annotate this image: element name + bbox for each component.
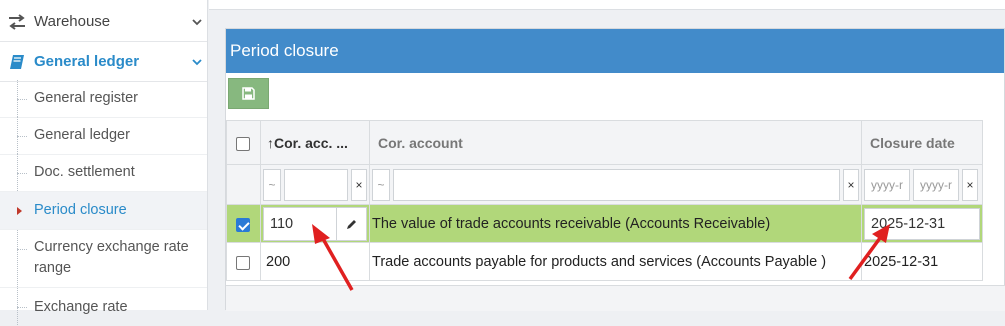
clear-filter-button[interactable]: × xyxy=(351,168,367,201)
row-checkbox[interactable] xyxy=(236,255,250,270)
sort-up-arrow-icon: ↑ xyxy=(267,134,274,151)
column-header-label: Closure date xyxy=(870,134,955,151)
book-icon xyxy=(0,53,34,71)
sidebar-item-label: Exchange rate xyxy=(34,299,128,315)
sidebar-item-label: General ledger xyxy=(34,53,140,70)
sidebar-item-doc-settlement[interactable]: Doc. settlement xyxy=(0,154,207,192)
period-closure-table: ↑Cor. acc. ... Cor. account Closure date… xyxy=(226,120,983,281)
table-footer xyxy=(226,285,1005,311)
filter-row: ~ × ~ × yyyy-r yyyy-r × xyxy=(226,164,983,205)
sidebar-item-label: Doc. settlement xyxy=(34,164,135,180)
chevron-down-icon xyxy=(187,58,207,66)
sidebar-item-label: Currency exchange rate range xyxy=(34,239,189,276)
table-row[interactable]: 110 The value of trade accounts receivab… xyxy=(226,204,983,243)
account-value: Trade accounts payable for products and … xyxy=(372,253,827,270)
sidebar-item-warehouse[interactable]: Warehouse xyxy=(0,2,207,42)
filter-cell-date: yyyy-r yyyy-r × xyxy=(861,164,983,205)
code-value: 110 xyxy=(270,215,294,232)
clear-filter-button[interactable]: × xyxy=(962,168,978,201)
date-from-filter-input[interactable]: yyyy-r xyxy=(864,168,910,201)
code-edit-field[interactable]: 110 xyxy=(263,206,367,241)
sidebar-item-label: General ledger xyxy=(34,127,130,143)
sidebar-item-label: General register xyxy=(34,90,138,106)
row-select-cell xyxy=(226,204,261,243)
filter-cell-code: ~ × xyxy=(260,164,370,205)
row-checkbox[interactable] xyxy=(236,217,250,232)
date-cell: 2025-12-31 xyxy=(861,242,983,281)
transfer-icon xyxy=(0,13,34,30)
pencil-icon[interactable] xyxy=(336,207,366,240)
caret-right-icon xyxy=(17,207,22,215)
column-header-cor-account[interactable]: Cor. account xyxy=(369,120,862,165)
table-header-row: ↑Cor. acc. ... Cor. account Closure date xyxy=(226,120,983,165)
period-closure-panel: Period closure ↑Cor. acc. ... Cor. accou… xyxy=(225,28,1005,311)
sidebar-item-label: Warehouse xyxy=(34,13,111,30)
account-filter-input[interactable] xyxy=(392,168,841,201)
account-value: The value of trade accounts receivable (… xyxy=(372,215,771,232)
sidebar-item-general-ledger[interactable]: General ledger xyxy=(0,42,207,82)
column-header-closure-date[interactable]: Closure date xyxy=(861,120,983,165)
top-bar xyxy=(209,0,1005,10)
floppy-disk-icon xyxy=(242,87,255,100)
save-button[interactable] xyxy=(228,78,269,109)
date-to-filter-input[interactable]: yyyy-r xyxy=(913,168,959,201)
code-cell: 110 xyxy=(260,204,370,243)
select-all-checkbox[interactable] xyxy=(236,136,250,151)
closure-date-edit-field[interactable]: 2025-12-31 xyxy=(864,207,980,240)
sidebar-item-label: Period closure xyxy=(34,202,127,218)
filter-cell-account: ~ × xyxy=(369,164,862,205)
account-cell: The value of trade accounts receivable (… xyxy=(369,204,862,243)
column-header-label: Cor. account xyxy=(378,134,463,151)
select-all-cell xyxy=(226,120,261,165)
date-cell: 2025-12-31 xyxy=(861,204,983,243)
sidebar: Warehouse General ledger General registe… xyxy=(0,0,208,326)
sidebar-item-exchange-rate[interactable]: Exchange rate xyxy=(0,288,207,326)
column-header-cor-acc-code[interactable]: ↑Cor. acc. ... xyxy=(260,120,370,165)
row-select-cell xyxy=(226,242,261,281)
closure-date-value: 2025-12-31 xyxy=(864,253,939,270)
panel-title: Period closure xyxy=(226,29,1004,73)
clear-filter-button[interactable]: × xyxy=(843,168,859,201)
filter-operator-button[interactable]: ~ xyxy=(263,168,281,201)
account-cell: Trade accounts payable for products and … xyxy=(369,242,862,281)
filter-operator-button[interactable]: ~ xyxy=(372,168,390,201)
code-value: 200 xyxy=(266,253,291,270)
code-cell: 200 xyxy=(260,242,370,281)
sidebar-item-general-register[interactable]: General register xyxy=(0,80,207,118)
filter-empty-cell xyxy=(226,164,261,205)
sidebar-item-currency-exchange-rate-range[interactable]: Currency exchange rate range xyxy=(0,230,207,288)
table-row[interactable]: 200 Trade accounts payable for products … xyxy=(226,242,983,281)
sidebar-item-period-closure[interactable]: Period closure xyxy=(0,192,207,230)
column-header-label: Cor. acc. ... xyxy=(274,134,348,151)
chevron-down-icon xyxy=(187,18,207,26)
code-filter-input[interactable] xyxy=(284,168,348,201)
sidebar-item-general-ledger-sub[interactable]: General ledger xyxy=(0,117,207,155)
